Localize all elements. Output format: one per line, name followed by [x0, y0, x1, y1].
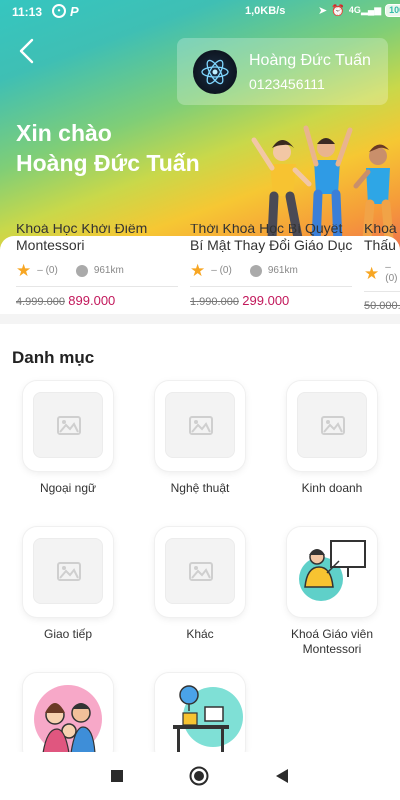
category-image [155, 381, 245, 471]
new-price: 899.000 [68, 293, 116, 308]
course-price: 1.990.000 299.000 [190, 293, 352, 308]
home-button[interactable] [189, 766, 209, 786]
profile-name: Hoàng Đức Tuấn [249, 52, 371, 69]
divider [190, 286, 352, 287]
category-image [23, 673, 113, 763]
course-distance: 961km [93, 265, 124, 276]
course-price: 4.999.000 899.000 [16, 293, 178, 308]
greeting-line2: Hoàng Đức Tuấn [16, 150, 200, 176]
status-bar: 11:13 • P 1,0KB/s ➤ ⏰ 4G▂▄▆ 100 ⚡ [0, 0, 400, 26]
profile-phone: 0123456111 [249, 76, 325, 92]
category-label: Nghệ thuật [170, 481, 230, 495]
avatar [193, 50, 237, 94]
family-icon [34, 685, 102, 754]
old-price: 50.000.000 [364, 300, 400, 312]
course-meta: ★ – (0) [364, 262, 400, 284]
battery-icon: 100 [385, 4, 400, 17]
course-title-line1: Khoá Học [364, 224, 400, 236]
course-title-line1: Khoá Học Khởi Điểm [16, 224, 148, 236]
category-label: Giao tiếp [43, 627, 93, 641]
image-placeholder-icon [165, 538, 235, 604]
back-arrow-icon[interactable] [14, 36, 40, 66]
category-image [155, 527, 245, 617]
course-title-line2: Bí Mật Thay Đổi Giáo Dục [190, 237, 352, 253]
signal-icon: 4G▂▄▆ [348, 5, 382, 15]
section-divider [0, 314, 400, 324]
course-title-line2: Thấu [364, 237, 396, 253]
course-meta: ★ – (0) 961km [16, 262, 178, 279]
category-label: Ngoại ngữ [39, 481, 97, 495]
location-icon: ➤ [318, 5, 328, 17]
category-item[interactable]: Giao tiếp [13, 527, 123, 642]
teacher-presentation-icon [299, 540, 366, 601]
alarm-icon: ⏰ [331, 5, 345, 17]
category-label: Khoá Giáo viên Montessori [290, 627, 374, 656]
category-image [155, 673, 245, 763]
category-item[interactable]: Kinh doanh [277, 381, 387, 496]
network-type: 4G [348, 5, 361, 15]
category-item[interactable] [145, 673, 255, 763]
category-label: Khác [186, 627, 214, 641]
category-item[interactable]: Khoá Giáo viên Montessori [277, 527, 387, 657]
new-price: 299.000 [242, 293, 290, 308]
image-placeholder-icon [297, 392, 367, 458]
category-label: Kinh doanh [301, 481, 363, 495]
atom-icon [201, 59, 229, 85]
status-time: 11:13 [12, 5, 43, 19]
recents-button[interactable] [111, 770, 123, 782]
category-image [23, 381, 113, 471]
image-placeholder-icon [33, 538, 103, 604]
clock-icon [75, 264, 88, 277]
course-price: 50.000.000 [364, 298, 400, 312]
messenger-icon: • [52, 4, 66, 18]
old-price: 4.999.000 [16, 296, 65, 308]
course-distance: 961km [267, 265, 298, 276]
greeting-line1: Xin chào [16, 120, 112, 146]
star-icon: ★ [364, 263, 380, 283]
p-icon: P [70, 4, 79, 19]
course-rating: – (0) [385, 262, 398, 284]
course-card[interactable]: Khoá Học Khởi Điểm Montessori ★ – (0) 96… [16, 224, 178, 314]
category-item[interactable]: Nghệ thuật [145, 381, 255, 496]
system-nav-bar [0, 752, 400, 800]
category-item[interactable]: Khác [145, 527, 255, 642]
categories-title: Danh mục [12, 348, 95, 367]
old-price: 1.990.000 [190, 296, 239, 308]
course-card[interactable]: Khoá Học Thấu ★ – (0) 50.000.000 [364, 224, 400, 314]
clock-icon [249, 264, 262, 277]
featured-courses[interactable]: Khoá Học Khởi Điểm Montessori ★ – (0) 96… [0, 224, 400, 326]
category-image [23, 527, 113, 617]
profile-card[interactable]: Hoàng Đức Tuấn 0123456111 [177, 38, 388, 105]
back-button[interactable] [275, 769, 289, 783]
course-rating: – (0) [211, 265, 232, 276]
star-icon: ★ [16, 261, 32, 280]
category-image [287, 527, 377, 617]
course-title-line1: Thời Khoá Học Bí Quyết [190, 224, 343, 236]
image-placeholder-icon [165, 392, 235, 458]
course-meta: ★ – (0) 961km [190, 262, 352, 279]
course-title-line2: Montessori [16, 237, 85, 253]
workspace-desk-icon [173, 685, 243, 755]
course-card[interactable]: Thời Khoá Học Bí Quyết Bí Mật Thay Đổi G… [190, 224, 352, 314]
category-item[interactable] [13, 673, 123, 763]
greeting: Xin chào Hoàng Đức Tuấn [16, 118, 200, 178]
image-placeholder-icon [33, 392, 103, 458]
category-item[interactable]: Ngoại ngữ [13, 381, 123, 496]
category-image [287, 381, 377, 471]
course-rating: – (0) [37, 265, 58, 276]
divider [16, 286, 178, 287]
star-icon: ★ [190, 261, 206, 280]
network-speed: 1,0KB/s [245, 5, 286, 17]
divider [364, 291, 400, 292]
